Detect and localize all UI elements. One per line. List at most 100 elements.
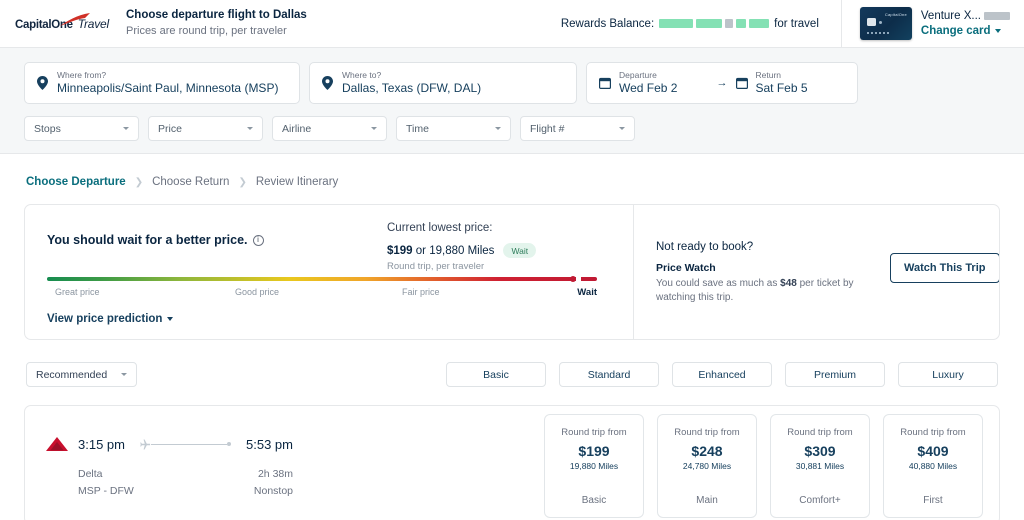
- breadcrumb-review-itinerary[interactable]: Review Itinerary: [256, 176, 338, 188]
- watch-this-trip-button[interactable]: Watch This Trip: [890, 253, 999, 283]
- fare-card-basic[interactable]: Round trip from $199 19,880 Miles Basic: [544, 414, 644, 518]
- destination-label: Where to?: [342, 70, 382, 80]
- date-range-arrow-icon: →: [716, 77, 728, 89]
- origin-field[interactable]: Where from? Minneapolis/Saint Paul, Minn…: [24, 62, 300, 104]
- breadcrumb-choose-return[interactable]: Choose Return: [152, 176, 229, 188]
- departure-date-field[interactable]: Departure Wed Feb 2: [599, 70, 709, 96]
- destination-value: Dallas, Texas (DFW, DAL): [342, 81, 482, 95]
- filter-time[interactable]: Time: [396, 116, 511, 141]
- change-card-button[interactable]: Change card: [921, 24, 1010, 39]
- card-name: Venture X...: [921, 9, 1010, 24]
- flight-times: 3:15 pm 5:53 pm: [45, 436, 293, 452]
- destination-field[interactable]: Where to? Dallas, Texas (DFW, DAL): [309, 62, 577, 104]
- fare-card-miles: 24,780 Miles: [682, 461, 732, 471]
- price-prediction-left: You should wait for a better price. i Gr…: [25, 205, 597, 339]
- fare-tabs-row: Recommended Basic Standard Enhanced Prem…: [24, 362, 1000, 387]
- current-lowest-price-block: Current lowest price: $199 or 19,880 Mil…: [381, 205, 633, 339]
- filter-stops-label: Stops: [34, 122, 61, 135]
- capital-one-travel-logo[interactable]: Capital One Travel: [0, 12, 110, 31]
- fare-price-cards: Round trip from $199 19,880 Miles Basic …: [544, 406, 983, 518]
- card-name-text: Venture X...: [920, 9, 981, 22]
- chevron-down-icon: [371, 127, 377, 130]
- filter-price-label: Price: [158, 122, 182, 135]
- filter-airline[interactable]: Airline: [272, 116, 387, 141]
- dates-field[interactable]: Departure Wed Feb 2 → Return Sat Feb 5: [586, 62, 858, 104]
- card-brand-mark: CapitalOne: [884, 12, 907, 17]
- chevron-down-icon: [994, 29, 1001, 33]
- chevron-down-icon: [619, 127, 625, 130]
- fare-card-name: First: [923, 495, 943, 506]
- location-pin-icon: [37, 76, 48, 90]
- calendar-icon: [735, 77, 748, 89]
- flight-duration: 2h 38m: [257, 468, 293, 480]
- price-watch-subheading: Price Watch: [656, 262, 716, 274]
- price-prediction-card: You should wait for a better price. i Gr…: [24, 204, 1000, 340]
- flight-stops: Nonstop: [253, 485, 293, 497]
- view-price-prediction-label: View price prediction: [47, 313, 163, 325]
- wait-status-badge: Wait: [503, 243, 537, 258]
- fare-card-name: Comfort+: [799, 495, 841, 506]
- tab-luxury[interactable]: Luxury: [898, 362, 998, 387]
- fare-card-top-label: Round trip from: [561, 427, 627, 438]
- rewards-balance-suffix: for travel: [774, 17, 819, 30]
- filter-row: Stops Price Airline Time Flight #: [24, 116, 1000, 141]
- chevron-down-icon: [123, 127, 129, 130]
- fare-card-main[interactable]: Round trip from $248 24,780 Miles Main: [657, 414, 757, 518]
- breadcrumb: Choose Departure ❯ Choose Return ❯ Revie…: [24, 154, 1000, 204]
- tab-basic[interactable]: Basic: [446, 362, 546, 387]
- filter-flight-number-label: Flight #: [530, 122, 565, 135]
- airplane-icon: [140, 439, 151, 449]
- filter-airline-label: Airline: [282, 122, 312, 135]
- rewards-balance: Rewards Balance: for travel: [561, 0, 842, 47]
- logo-travel-text: Travel: [77, 16, 109, 31]
- filter-time-label: Time: [406, 122, 429, 135]
- origin-label: Where from?: [57, 70, 107, 80]
- flight-itinerary-summary: 3:15 pm 5:53 pm Delta MSP - DFW 2h 38m N…: [45, 406, 293, 500]
- arrival-time: 5:53 pm: [246, 436, 293, 452]
- location-pin-icon: [322, 76, 333, 90]
- sort-select-recommended[interactable]: Recommended: [26, 362, 137, 387]
- gauge-label-wait: Wait: [577, 287, 597, 298]
- tab-standard[interactable]: Standard: [559, 362, 659, 387]
- flight-airline: Delta: [78, 468, 103, 480]
- flight-route: MSP - DFW: [78, 485, 134, 497]
- fare-card-top-label: Round trip from: [787, 427, 853, 438]
- chevron-down-icon: [247, 127, 253, 130]
- price-prediction-headline-text: You should wait for a better price.: [47, 233, 248, 247]
- filter-price[interactable]: Price: [148, 116, 263, 141]
- rewards-balance-value-redacted: [659, 19, 770, 28]
- logo-one-text: One: [51, 18, 73, 31]
- price-miles: 19,880 Miles: [429, 244, 495, 257]
- filter-stops[interactable]: Stops: [24, 116, 139, 141]
- rewards-balance-label: Rewards Balance:: [560, 17, 655, 30]
- fare-card-comfort-plus[interactable]: Round trip from $309 30,881 Miles Comfor…: [770, 414, 870, 518]
- filter-flight-number[interactable]: Flight #: [520, 116, 635, 141]
- flight-meta: Delta MSP - DFW 2h 38m Nonstop: [45, 466, 293, 500]
- change-card-label: Change card: [920, 24, 991, 37]
- return-date-field[interactable]: Return Sat Feb 5: [735, 70, 846, 96]
- price-note: Round trip, per traveler: [387, 261, 485, 272]
- calendar-icon: [599, 77, 611, 89]
- gauge-label-good: Good price: [235, 287, 280, 297]
- fare-card-first[interactable]: Round trip from $409 40,880 Miles First: [883, 414, 983, 518]
- info-icon[interactable]: i: [252, 234, 264, 246]
- price-watch-heading: Not ready to book?: [656, 241, 754, 253]
- flight-result-row[interactable]: 3:15 pm 5:53 pm Delta MSP - DFW 2h 38m N…: [24, 405, 1000, 520]
- breadcrumb-separator-icon: ❯: [134, 176, 144, 188]
- price-gauge-gap: [576, 276, 581, 282]
- fare-card-miles: 40,880 Miles: [908, 461, 958, 471]
- tab-enhanced[interactable]: Enhanced: [672, 362, 772, 387]
- credit-card-image: CapitalOne: [859, 7, 912, 40]
- price-gauge: Great price Good price Fair price Wait: [47, 275, 597, 300]
- view-price-prediction-button[interactable]: View price prediction: [47, 313, 174, 325]
- return-value: Sat Feb 5: [755, 81, 808, 95]
- logo-capital-text: Capital: [15, 18, 52, 31]
- search-fields-row: Where from? Minneapolis/Saint Paul, Minn…: [24, 62, 1000, 104]
- card-digits-redacted: [984, 12, 1010, 20]
- card-number-mark: [866, 32, 891, 34]
- tab-premium[interactable]: Premium: [785, 362, 885, 387]
- breadcrumb-choose-departure[interactable]: Choose Departure: [26, 176, 126, 188]
- fare-card-top-label: Round trip from: [674, 427, 740, 438]
- price-watch-body-prefix: You could save as much as: [656, 278, 781, 289]
- fare-card-top-label: Round trip from: [900, 427, 966, 438]
